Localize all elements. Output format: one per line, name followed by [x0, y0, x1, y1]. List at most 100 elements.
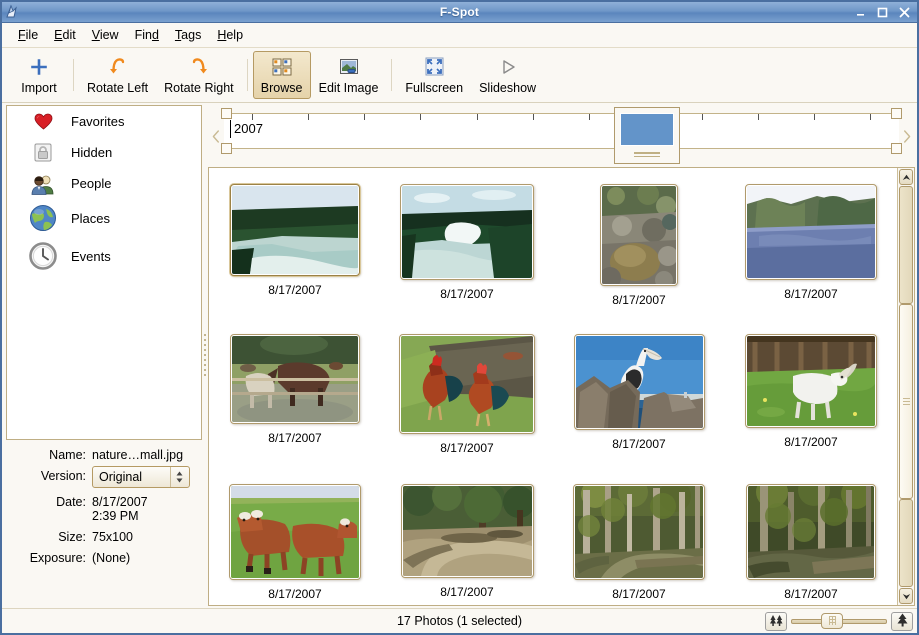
photo-grid-scrollbar[interactable] [897, 168, 914, 605]
info-label-name: Name: [8, 448, 92, 462]
sidebar-item-people[interactable]: People [7, 168, 201, 199]
info-row-size: Size: 75x100 [8, 530, 196, 544]
minimize-button[interactable] [854, 6, 867, 19]
menu-help[interactable]: Help [209, 26, 251, 44]
menu-edit[interactable]: Edit [46, 26, 84, 44]
slider-knob[interactable] [821, 613, 843, 629]
close-button[interactable] [898, 6, 911, 19]
timeline-handle-bottom-left[interactable] [221, 143, 232, 154]
photo-cell[interactable]: 8/17/2007 [725, 328, 897, 478]
info-label-size: Size: [8, 530, 92, 544]
heart-icon [29, 113, 57, 130]
timeline-handle-bottom-right[interactable] [891, 143, 902, 154]
sidebar-label-hidden: Hidden [71, 145, 112, 160]
small-trees-icon [769, 613, 784, 630]
info-label-date: Date: [8, 495, 92, 509]
timeline-photo-count-bar [620, 113, 674, 146]
scroll-down-button[interactable] [899, 588, 913, 604]
photo-thumbnail[interactable] [229, 484, 361, 580]
info-row-exposure: Exposure: (None) [8, 551, 196, 565]
version-dropdown[interactable]: Original [92, 466, 190, 488]
photo-caption: 8/17/2007 [268, 587, 321, 601]
scrollbar-page-up[interactable] [899, 186, 913, 304]
timeline-drag-handle[interactable] [615, 151, 679, 157]
photo-cell[interactable]: 8/17/2007 [381, 178, 553, 328]
maximize-button[interactable] [876, 6, 889, 19]
status-bar: 17 Photos (1 selected) [2, 608, 917, 633]
sidebar-item-hidden[interactable]: Hidden [7, 137, 201, 168]
photo-cell[interactable]: 8/17/2007 [209, 328, 381, 478]
photo-thumbnail[interactable] [745, 184, 877, 280]
scrollbar-grip-icon [903, 398, 910, 405]
plus-icon [30, 56, 48, 78]
photo-cell[interactable]: 8/17/2007 [553, 478, 725, 605]
photo-thumbnail[interactable] [573, 484, 705, 580]
photo-thumbnail[interactable] [746, 484, 876, 580]
menu-find[interactable]: Find [127, 26, 167, 44]
info-value-name: nature…mall.jpg [92, 448, 183, 462]
menu-view[interactable]: View [84, 26, 127, 44]
toolbar-button-import[interactable]: Import [10, 51, 68, 99]
clock-icon [29, 242, 57, 270]
photo-thumbnail[interactable] [399, 334, 535, 434]
photo-cell[interactable]: 8/17/2007 [381, 478, 553, 605]
photo-thumbnail[interactable] [400, 184, 534, 280]
toolbar-label-edit-image: Edit Image [319, 81, 379, 95]
zoom-in-button[interactable] [891, 612, 913, 631]
photo-caption: 8/17/2007 [612, 587, 665, 601]
photo-thumbnail[interactable] [401, 484, 534, 578]
tag-list[interactable]: Favorites Hidden [6, 105, 202, 440]
toolbar-label-fullscreen: Fullscreen [405, 81, 463, 95]
photo-thumbnail[interactable] [230, 334, 360, 424]
photo-cell[interactable]: 8/17/2007 [553, 328, 725, 478]
photo-caption: 8/17/2007 [612, 293, 665, 307]
photo-caption: 8/17/2007 [440, 585, 493, 599]
photo-cell[interactable]: 8/17/2007 [725, 478, 897, 605]
people-icon [29, 173, 57, 195]
sidebar-item-favorites[interactable]: Favorites [7, 106, 201, 137]
toolbar-separator-1 [73, 59, 74, 91]
photo-grid[interactable]: 8/17/2007 [209, 168, 897, 605]
photo-cell[interactable]: 8/17/2007 [553, 178, 725, 328]
toolbar-button-fullscreen[interactable]: Fullscreen [397, 51, 471, 99]
toolbar-button-rotate-right[interactable]: Rotate Right [156, 51, 241, 99]
rotate-right-icon [189, 56, 209, 78]
toolbar-button-edit-image[interactable]: Edit Image [311, 51, 387, 99]
photo-cell[interactable]: 8/17/2007 [209, 178, 381, 328]
timeline-group-selector[interactable]: 2007 [208, 107, 915, 165]
edit-image-icon [339, 56, 359, 78]
menu-file[interactable]: File [10, 26, 46, 44]
info-value-exposure: (None) [92, 551, 130, 565]
thumbnail-size-controls [765, 612, 913, 631]
sidebar-item-events[interactable]: Events [7, 237, 201, 275]
photo-caption: 8/17/2007 [268, 431, 321, 445]
sidebar-label-events: Events [71, 249, 111, 264]
info-row-name: Name: nature…mall.jpg [8, 448, 196, 462]
timeline-handle-top-left[interactable] [221, 108, 232, 119]
scroll-up-button[interactable] [899, 169, 913, 185]
splitter-grip-icon [204, 334, 206, 378]
photo-thumbnail[interactable] [600, 184, 678, 286]
scrollbar-page-down[interactable] [899, 499, 913, 587]
photo-thumbnail[interactable] [574, 334, 705, 430]
timeline-track[interactable]: 2007 [224, 107, 899, 165]
main-content: Favorites Hidden [2, 103, 917, 608]
photo-cell[interactable]: 8/17/2007 [725, 178, 897, 328]
photo-thumbnail[interactable] [745, 334, 877, 428]
photo-thumbnail[interactable] [230, 184, 360, 276]
toolbar-label-browse: Browse [261, 81, 303, 95]
timeline-handle-top-right[interactable] [891, 108, 902, 119]
thumbnail-size-slider[interactable] [791, 612, 887, 631]
menu-tags[interactable]: Tags [167, 26, 209, 44]
scrollbar-track[interactable] [899, 186, 913, 587]
sidebar-item-places[interactable]: Places [7, 199, 201, 237]
toolbar-button-browse[interactable]: Browse [253, 51, 311, 99]
timeline-selected-group[interactable] [614, 107, 680, 164]
scrollbar-thumb[interactable] [899, 304, 913, 499]
photo-cell[interactable]: 8/17/2007 [381, 328, 553, 478]
toolbar-button-rotate-left[interactable]: Rotate Left [79, 51, 156, 99]
toolbar-button-slideshow[interactable]: Slideshow [471, 51, 544, 99]
zoom-out-button[interactable] [765, 612, 787, 631]
photo-cell[interactable]: 8/17/2007 [209, 478, 381, 605]
timeline-ticks [224, 114, 899, 121]
